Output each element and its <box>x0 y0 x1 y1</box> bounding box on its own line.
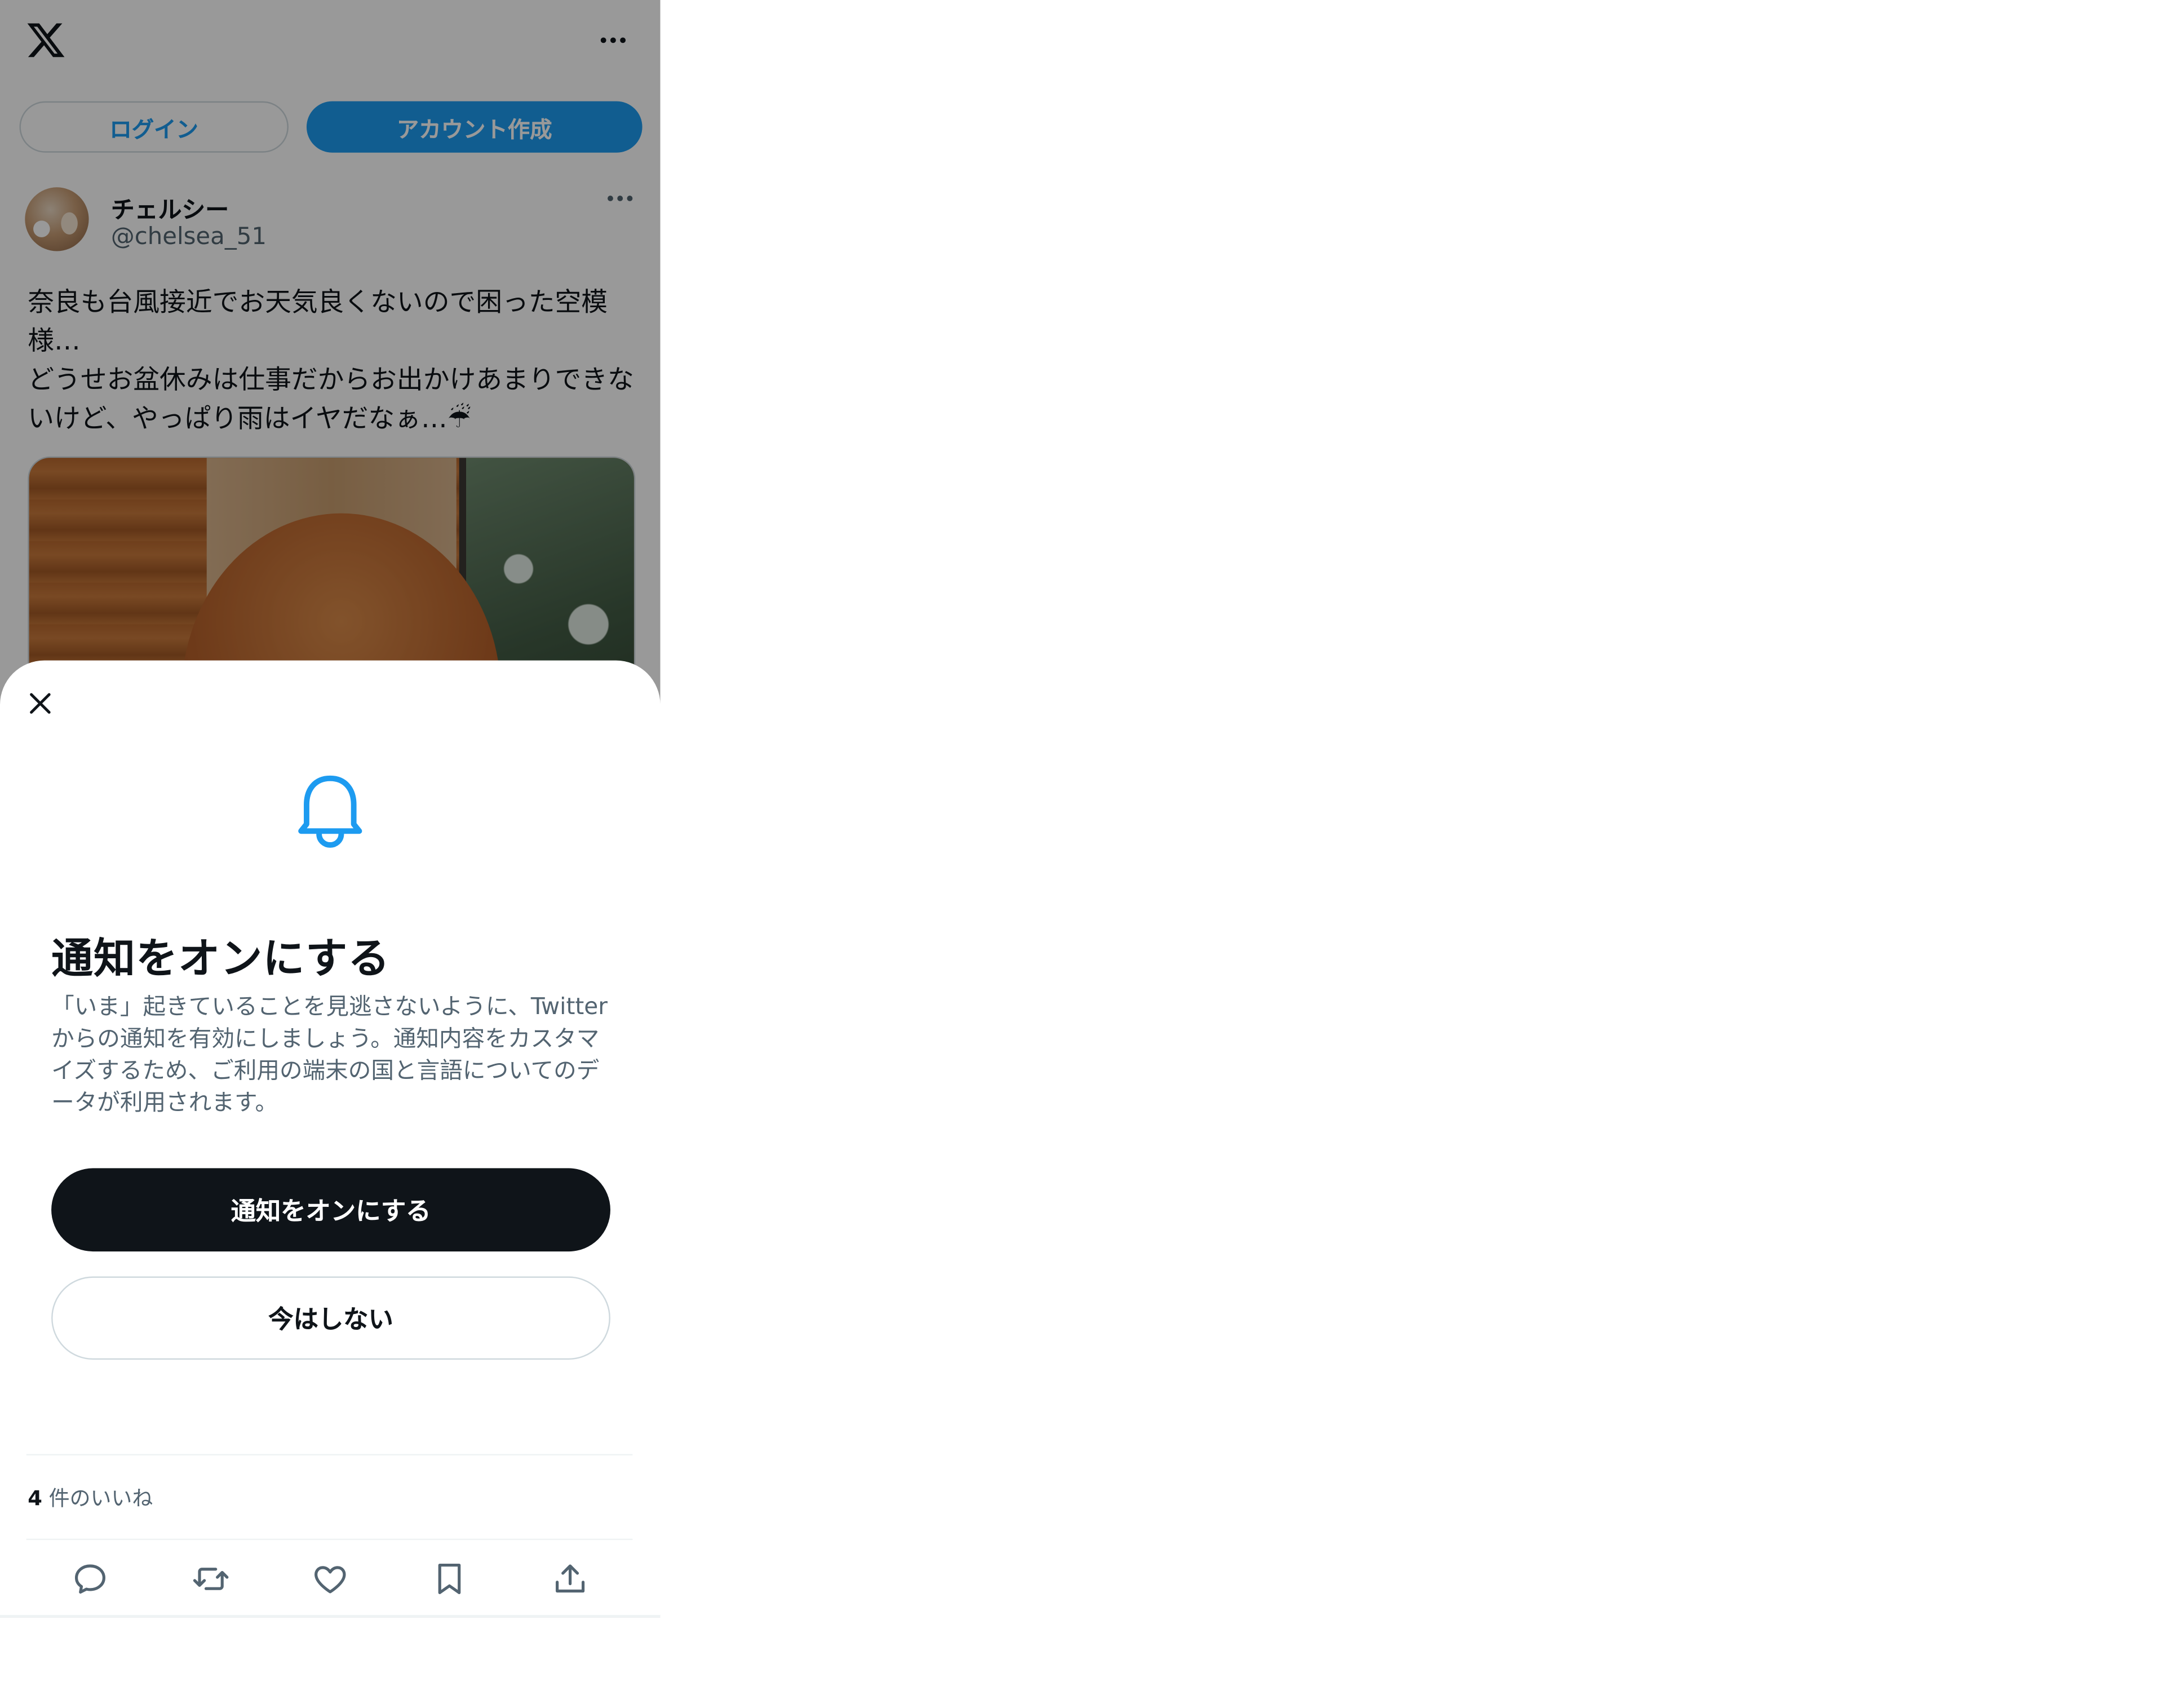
not-now-button[interactable]: 今はしない <box>51 1276 610 1360</box>
notification-sheet: 通知をオンにする 「いま」起きていることを見逃さないように、Twitterからの… <box>0 660 661 1618</box>
divider <box>26 1454 633 1455</box>
phone-viewport: ログイン アカウント作成 チェルシー @chelsea_51 奈良も台風接近でお… <box>0 0 661 1618</box>
enable-notifications-button[interactable]: 通知をオンにする <box>51 1168 610 1252</box>
divider <box>26 1538 633 1541</box>
likes-label: 件のいいね <box>42 1486 153 1511</box>
share-icon[interactable] <box>551 1560 590 1599</box>
like-icon[interactable] <box>311 1560 349 1599</box>
divider <box>0 1614 661 1618</box>
sheet-title: 通知をオンにする <box>51 935 391 984</box>
screen: ログイン アカウント作成 チェルシー @chelsea_51 奈良も台風接近でお… <box>0 0 2171 1708</box>
likes-count[interactable]: 4 件のいいね <box>28 1483 153 1512</box>
sheet-description: 「いま」起きていることを見逃さないように、Twitterからの通知を有効にしまし… <box>51 993 608 1116</box>
reply-icon[interactable] <box>71 1560 110 1599</box>
likes-number: 4 <box>28 1486 42 1511</box>
close-icon[interactable] <box>25 688 55 719</box>
bell-icon <box>298 775 362 848</box>
bookmark-icon[interactable] <box>430 1560 469 1599</box>
tweet-actions <box>28 1560 632 1599</box>
retweet-icon[interactable] <box>192 1560 231 1599</box>
